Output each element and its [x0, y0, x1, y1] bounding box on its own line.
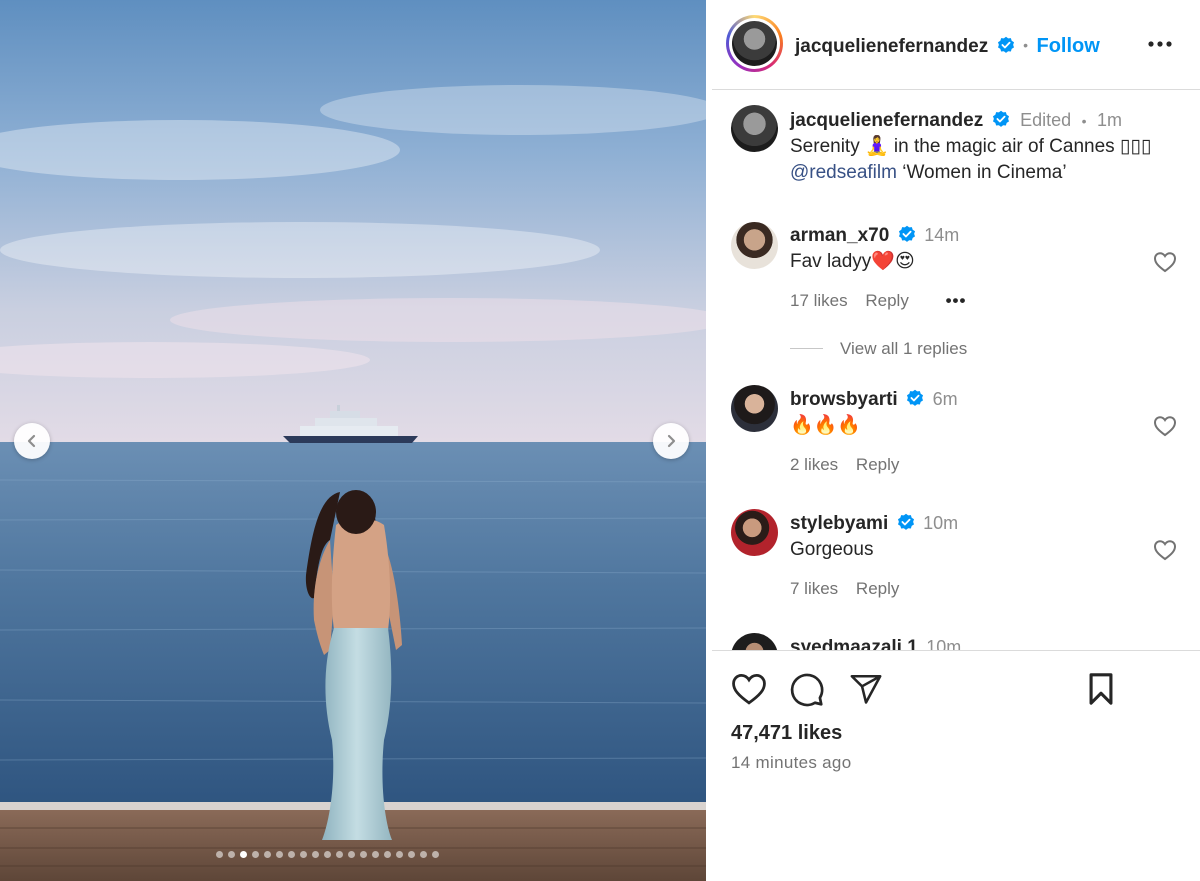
verified-icon [997, 36, 1014, 53]
carousel-dot [396, 851, 403, 858]
comment-icon[interactable] [789, 672, 825, 708]
verified-icon [898, 225, 915, 242]
caption-line-2: ‘Women in Cinema’ [896, 162, 1067, 183]
comment-item-clipped: syedmaazali.1 10m [706, 620, 1200, 650]
comment-likes[interactable]: 7 likes [790, 579, 838, 598]
comment-time: 6m [932, 389, 958, 409]
comment-likes[interactable]: 17 likes [790, 291, 848, 310]
carousel-dot [408, 851, 415, 858]
author-username[interactable]: jacquelienefernandez [795, 36, 988, 57]
header-separator: • [1023, 37, 1029, 53]
carousel-dot [228, 851, 235, 858]
more-icon[interactable] [1147, 40, 1173, 48]
share-icon[interactable] [848, 672, 884, 706]
comment-username[interactable]: browsbyarti [790, 389, 898, 410]
view-replies-line [790, 348, 823, 349]
carousel-dot [384, 851, 391, 858]
chevron-left-icon [27, 434, 36, 448]
comment-time: 10m [923, 513, 959, 533]
comment-reply-button[interactable]: Reply [856, 455, 899, 474]
comment-username[interactable]: arman_x70 [790, 225, 889, 246]
verified-icon [992, 110, 1009, 127]
comment-username[interactable]: stylebyami [790, 513, 888, 534]
carousel-dot [276, 851, 283, 858]
comment-text: Gorgeous [790, 539, 874, 560]
commenter-avatar[interactable] [731, 509, 778, 556]
carousel-next-button[interactable] [653, 423, 689, 459]
carousel-dot [216, 851, 223, 858]
actions-divider [712, 650, 1200, 651]
chevron-right-icon [667, 434, 676, 448]
post-side-panel: jacquelienefernandez • Follow jacquelien… [706, 0, 1200, 881]
carousel-dot [372, 851, 379, 858]
comment-text: 🔥🔥🔥 [790, 415, 861, 436]
caption-mention-link[interactable]: @redseafilm [790, 162, 897, 183]
comment-username[interactable]: syedmaazali.1 [790, 637, 918, 650]
comment-like-heart-icon[interactable] [1153, 539, 1177, 561]
heart-icon[interactable] [730, 672, 768, 706]
comment-likes[interactable]: 2 likes [790, 455, 838, 474]
commenter-avatar[interactable] [731, 222, 778, 269]
post-timestamp: 14 minutes ago [731, 753, 852, 772]
comment-reply-button[interactable]: Reply [865, 291, 908, 310]
caption-line-1: Serenity 🧘‍♀️ in the magic air of Cannes… [790, 136, 1152, 157]
comment-like-heart-icon[interactable] [1153, 415, 1177, 437]
comment-time: 10m [926, 637, 962, 650]
carousel-dot [348, 851, 355, 858]
caption-username[interactable]: jacquelienefernandez [790, 110, 983, 131]
carousel-dot [300, 851, 307, 858]
carousel-dot [324, 851, 331, 858]
likes-count[interactable]: 47,471 likes [731, 721, 842, 745]
carousel-dot [420, 851, 427, 858]
caption-avatar[interactable] [731, 105, 778, 152]
caption-time: 1m [1097, 110, 1123, 130]
comment-more-button[interactable]: ••• [946, 291, 967, 310]
bookmark-icon[interactable] [1086, 672, 1116, 706]
carousel-dot [252, 851, 259, 858]
commenter-avatar[interactable] [731, 385, 778, 432]
header-divider [712, 89, 1200, 90]
author-avatar-story-ring[interactable] [726, 15, 783, 72]
post-photo [0, 0, 706, 881]
comment-reply-button[interactable]: Reply [856, 579, 899, 598]
comment-text: Fav ladyy❤️😍 [790, 251, 915, 272]
caption-separator: • [1081, 113, 1087, 129]
verified-icon [897, 513, 914, 530]
verified-icon [907, 389, 924, 406]
carousel-prev-button[interactable] [14, 423, 50, 459]
edited-label: Edited [1020, 110, 1072, 130]
carousel-dot [360, 851, 367, 858]
carousel-dot [264, 851, 271, 858]
carousel-dot [240, 851, 247, 858]
carousel-indicator [216, 851, 439, 858]
comment-time: 14m [924, 225, 960, 245]
comment-like-heart-icon[interactable] [1153, 251, 1177, 273]
carousel-dot [336, 851, 343, 858]
carousel-dot [432, 851, 439, 858]
carousel-dot [288, 851, 295, 858]
photo-scene [0, 0, 706, 881]
view-replies-button[interactable]: View all 1 replies [840, 338, 967, 360]
follow-button[interactable]: Follow [1037, 35, 1100, 57]
commenter-avatar[interactable] [731, 633, 778, 650]
carousel-dot [312, 851, 319, 858]
